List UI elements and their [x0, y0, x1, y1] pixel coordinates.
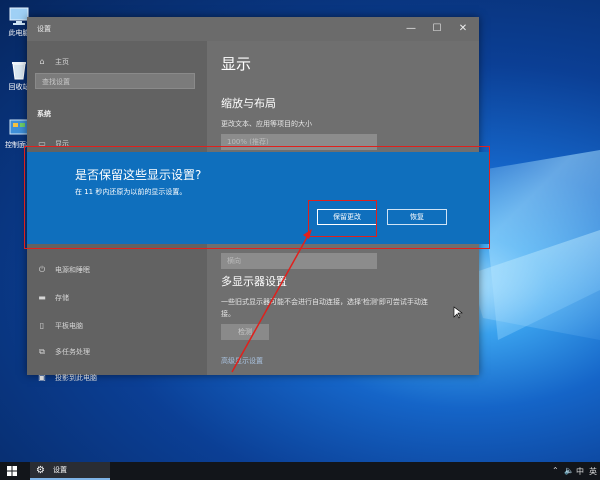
language-indicator[interactable]: 英 [589, 466, 597, 477]
annotation-arrow [231, 229, 463, 373]
chevron-up-icon[interactable]: ⌃ [552, 466, 559, 475]
windows-logo-icon [7, 466, 17, 476]
start-button[interactable] [7, 466, 17, 476]
taskbar: ⚙ 设置 ⌃ 🔈 中 英 [0, 462, 600, 480]
taskbar-app-settings[interactable]: ⚙ 设置 [30, 462, 110, 480]
speaker-icon[interactable]: 🔈 [564, 466, 574, 475]
ime-mode-icon[interactable]: 中 [576, 466, 584, 477]
gear-icon: ⚙ [36, 464, 45, 476]
taskbar-app-label: 设置 [52, 466, 67, 474]
